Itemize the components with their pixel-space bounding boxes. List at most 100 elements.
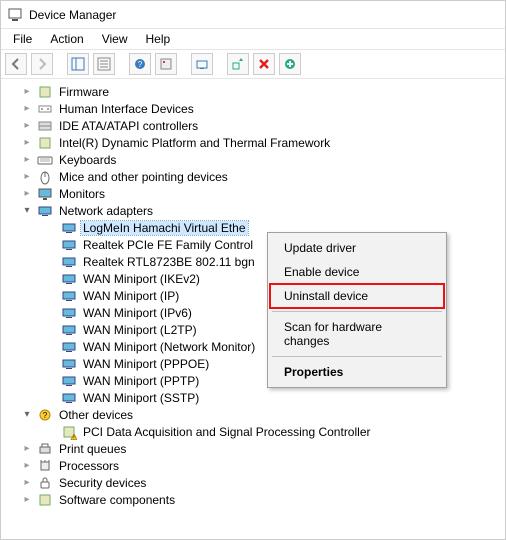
monitor-icon [37,186,53,202]
tree-label: Realtek RTL8723BE 802.11 bgn [81,255,257,269]
uninstall-device-button[interactable] [253,53,275,75]
ctx-separator [272,356,442,357]
network-adapter-icon [61,339,77,355]
scan-hardware-button[interactable] [279,53,301,75]
toolbar-separator [181,53,187,75]
spacer [45,222,57,234]
network-adapter-icon [61,305,77,321]
ctx-enable-device[interactable]: Enable device [270,260,444,284]
tree-category[interactable]: Intel(R) Dynamic Platform and Thermal Fr… [3,134,503,151]
menu-view[interactable]: View [94,30,136,48]
spacer [45,392,57,404]
tree-label: WAN Miniport (IKEv2) [81,272,202,286]
network-adapter-icon [61,288,77,304]
toolbar-separator [119,53,125,75]
network-adapter-icon [61,322,77,338]
expand-icon[interactable] [21,120,33,132]
expand-icon[interactable] [21,171,33,183]
tree-category[interactable]: Processors [3,457,503,474]
tree-label: Monitors [57,187,107,201]
tree-label: Keyboards [57,153,118,167]
spacer [45,375,57,387]
context-menu: Update driver Enable device Uninstall de… [267,232,447,388]
spacer [45,256,57,268]
tree-item[interactable]: WAN Miniport (SSTP) [3,389,503,406]
ctx-uninstall-device[interactable]: Uninstall device [270,284,444,308]
spacer [45,273,57,285]
enable-device-button[interactable] [227,53,249,75]
spacer [45,324,57,336]
tree-label: PCI Data Acquisition and Signal Processi… [81,425,372,439]
unknown-device-warning-icon: ! [61,424,77,440]
software-icon [37,492,53,508]
network-adapter-icon [61,356,77,372]
spacer [45,358,57,370]
ctx-properties[interactable]: Properties [270,360,444,384]
tree-category[interactable]: Keyboards [3,151,503,168]
collapse-icon[interactable] [21,409,33,421]
keyboard-icon [37,152,53,168]
tree-category[interactable]: Human Interface Devices [3,100,503,117]
tree-category[interactable]: Print queues [3,440,503,457]
tree-category[interactable]: Mice and other pointing devices [3,168,503,185]
device-manager-icon [7,7,23,23]
tree-category[interactable]: ? Other devices [3,406,503,423]
tree-label: Mice and other pointing devices [57,170,230,184]
expand-icon[interactable] [21,494,33,506]
tree-category[interactable]: Security devices [3,474,503,491]
network-adapter-icon [61,220,77,236]
tree-category[interactable]: Firmware [3,83,503,100]
update-driver-button[interactable] [191,53,213,75]
action-button[interactable] [155,53,177,75]
back-button[interactable] [5,53,27,75]
mouse-icon [37,169,53,185]
expand-icon[interactable] [21,86,33,98]
menu-file[interactable]: File [5,30,40,48]
tree-category[interactable]: Monitors [3,185,503,202]
tree-category[interactable]: Software components [3,491,503,508]
expand-icon[interactable] [21,460,33,472]
spacer [45,307,57,319]
expand-icon[interactable] [21,443,33,455]
tree-label: WAN Miniport (SSTP) [81,391,201,405]
spacer [45,290,57,302]
intel-icon [37,135,53,151]
expand-icon[interactable] [21,477,33,489]
tree-category[interactable]: Network adapters [3,202,503,219]
expand-icon[interactable] [21,154,33,166]
network-adapter-icon [61,271,77,287]
tree-label: WAN Miniport (IPv6) [81,306,194,320]
expand-icon[interactable] [21,103,33,115]
tree-label: WAN Miniport (L2TP) [81,323,199,337]
spacer [45,426,57,438]
tree-category[interactable]: IDE ATA/ATAPI controllers [3,117,503,134]
menubar: File Action View Help [1,29,505,49]
ide-icon [37,118,53,134]
processor-icon [37,458,53,474]
network-adapter-icon [61,373,77,389]
tree-label: LogMeIn Hamachi Virtual Ethe [81,221,248,235]
expand-icon[interactable] [21,137,33,149]
menu-help[interactable]: Help [138,30,179,48]
properties-button[interactable] [93,53,115,75]
ctx-update-driver[interactable]: Update driver [270,236,444,260]
collapse-icon[interactable] [21,205,33,217]
spacer [45,341,57,353]
network-icon [37,203,53,219]
ctx-separator [272,311,442,312]
tree-label: Human Interface Devices [57,102,196,116]
help-button[interactable]: ? [129,53,151,75]
ctx-scan-hardware[interactable]: Scan for hardware changes [270,315,444,353]
tree-label: Processors [57,459,121,473]
network-adapter-icon [61,237,77,253]
menu-action[interactable]: Action [42,30,91,48]
tree-item[interactable]: ! PCI Data Acquisition and Signal Process… [3,423,503,440]
tree-label: Print queues [57,442,128,456]
tree-label: Other devices [57,408,135,422]
expand-icon[interactable] [21,188,33,200]
tree-label: WAN Miniport (IP) [81,289,181,303]
spacer [45,239,57,251]
show-hide-tree-button[interactable] [67,53,89,75]
forward-button[interactable] [31,53,53,75]
tree-label: IDE ATA/ATAPI controllers [57,119,200,133]
